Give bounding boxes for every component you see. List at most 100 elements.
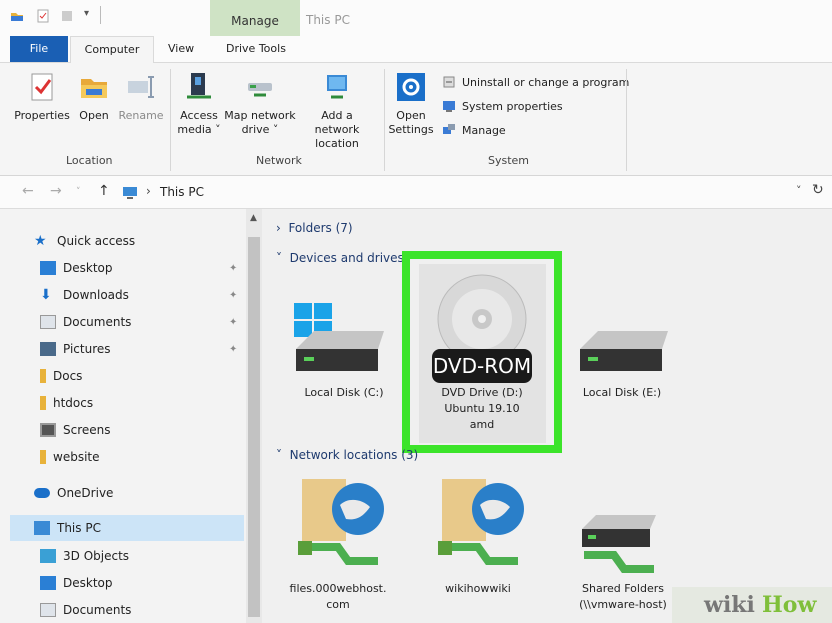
open-button[interactable]: Open bbox=[76, 71, 112, 123]
properties-button[interactable]: Properties bbox=[14, 71, 70, 123]
nav-label: Desktop bbox=[63, 576, 113, 590]
pin-icon[interactable]: ✦ bbox=[229, 290, 237, 301]
new-folder-small-icon[interactable] bbox=[60, 9, 74, 23]
folders-header[interactable]: › Folders (7) bbox=[276, 221, 353, 235]
nav-label: Docs bbox=[53, 369, 83, 383]
nav-label: website bbox=[53, 450, 100, 464]
nav-item-pc-documents[interactable]: Documents bbox=[40, 603, 131, 617]
network-location-shared-folders[interactable] bbox=[568, 509, 668, 579]
nav-onedrive[interactable]: OneDrive bbox=[34, 486, 113, 500]
nav-label: 3D Objects bbox=[63, 549, 130, 563]
drive-c[interactable] bbox=[290, 301, 390, 381]
access-media-label-2: media ˅ bbox=[177, 123, 221, 136]
nav-item-desktop[interactable]: Desktop bbox=[40, 261, 113, 275]
expand-chevron-icon: › bbox=[276, 221, 289, 235]
properties-small-icon[interactable] bbox=[36, 9, 50, 23]
breadcrumb-this-pc[interactable]: This PC bbox=[160, 185, 204, 199]
scroll-up-icon[interactable]: ▲ bbox=[250, 213, 257, 223]
nav-quick-access[interactable]: ★ Quick access bbox=[34, 234, 135, 248]
desktop-icon bbox=[40, 576, 56, 590]
nav-item-documents[interactable]: Documents bbox=[40, 315, 131, 329]
pictures-icon bbox=[40, 342, 56, 356]
rename-button[interactable]: Rename bbox=[116, 71, 166, 123]
gear-icon bbox=[397, 73, 425, 101]
network-folder-icon bbox=[298, 479, 384, 565]
nav-item-3d-objects[interactable]: 3D Objects bbox=[40, 549, 129, 563]
document-icon bbox=[40, 315, 56, 329]
pin-icon[interactable]: ✦ bbox=[229, 263, 237, 274]
screens-icon bbox=[40, 423, 56, 437]
download-arrow-icon: ⬇ bbox=[40, 287, 52, 303]
address-dropdown-icon[interactable]: ˅ bbox=[796, 184, 802, 197]
drive-c-label: Local Disk (C:) bbox=[304, 386, 384, 399]
network-wikihowwiki-label: wikihowwiki bbox=[445, 582, 511, 595]
ribbon: Properties Open Rename Location Access m… bbox=[0, 63, 832, 176]
nav-item-screens[interactable]: Screens bbox=[40, 423, 111, 437]
nav-item-htdocs[interactable]: htdocs bbox=[40, 396, 93, 410]
refresh-icon[interactable]: ↻ bbox=[812, 182, 824, 198]
devices-header[interactable]: ˅ Devices and drives bbox=[276, 251, 404, 265]
back-arrow-icon[interactable]: ← bbox=[22, 183, 34, 199]
network-location-files[interactable] bbox=[288, 475, 388, 575]
nav-item-website[interactable]: website bbox=[40, 450, 100, 464]
up-arrow-icon[interactable]: ↑ bbox=[98, 183, 110, 199]
nav-label: Downloads bbox=[63, 288, 129, 302]
access-media-button[interactable]: Access media ˅ bbox=[176, 71, 222, 137]
nav-item-pc-desktop[interactable]: Desktop bbox=[40, 576, 113, 590]
open-settings-button[interactable]: Open Settings bbox=[388, 71, 434, 137]
map-network-label-1: Map network bbox=[224, 109, 296, 122]
document-icon bbox=[40, 603, 56, 617]
nav-item-downloads[interactable]: ⬇ Downloads bbox=[40, 288, 129, 302]
system-group-label: System bbox=[488, 154, 530, 167]
cloud-icon bbox=[34, 488, 50, 498]
watermark-how: How bbox=[762, 592, 817, 618]
forward-arrow-icon[interactable]: → bbox=[50, 183, 62, 199]
network-drive-icon bbox=[582, 515, 656, 573]
network-location-wikihowwiki[interactable] bbox=[428, 475, 528, 575]
tab-view[interactable]: View bbox=[168, 42, 194, 55]
devices-header-label: Devices and drives bbox=[289, 251, 404, 265]
manage-button[interactable]: Manage bbox=[442, 123, 506, 137]
drive-e[interactable] bbox=[574, 329, 674, 379]
folders-header-label: Folders (7) bbox=[288, 221, 353, 235]
pin-icon[interactable]: ✦ bbox=[229, 317, 237, 328]
system-properties-icon bbox=[443, 101, 455, 112]
network-shared-label-2: (\\vmware-host) bbox=[579, 598, 667, 611]
network-files-label-2: com bbox=[326, 598, 350, 611]
tab-file[interactable]: File bbox=[10, 36, 68, 62]
nav-label: Desktop bbox=[63, 261, 113, 275]
quick-access-dropdown-icon[interactable]: ▾ bbox=[84, 8, 89, 19]
system-properties-button[interactable]: System properties bbox=[442, 99, 563, 113]
nav-label: htdocs bbox=[53, 396, 94, 410]
uninstall-program-button[interactable]: Uninstall or change a program bbox=[442, 75, 629, 89]
add-network-location-button[interactable]: Add a network location bbox=[298, 71, 376, 151]
manage-icon bbox=[443, 124, 455, 134]
map-network-label-2: drive ˅ bbox=[241, 123, 279, 136]
network-header[interactable]: ˅ Network locations (3) bbox=[276, 448, 418, 462]
scrollbar-thumb[interactable] bbox=[248, 237, 260, 617]
network-group-label: Network bbox=[256, 154, 302, 167]
ribbon-divider bbox=[170, 69, 171, 171]
tab-drive-tools[interactable]: Drive Tools bbox=[226, 42, 286, 55]
ribbon-divider bbox=[626, 69, 627, 171]
nav-item-pictures[interactable]: Pictures bbox=[40, 342, 111, 356]
explorer-icon bbox=[11, 13, 23, 21]
properties-label: Properties bbox=[14, 109, 70, 122]
open-settings-label-2: Settings bbox=[388, 123, 434, 136]
nav-item-docs[interactable]: Docs bbox=[40, 369, 82, 383]
pin-icon[interactable]: ✦ bbox=[229, 344, 237, 355]
nav-this-pc[interactable]: This PC bbox=[34, 521, 101, 535]
open-label: Open bbox=[79, 109, 109, 122]
folder-icon bbox=[40, 369, 46, 383]
star-icon: ★ bbox=[34, 233, 47, 249]
tab-manage[interactable]: Manage bbox=[210, 14, 300, 28]
map-network-drive-button[interactable]: Map network drive ˅ bbox=[224, 71, 296, 137]
nav-scrollbar[interactable]: ▲ bbox=[246, 209, 262, 623]
recent-locations-icon[interactable]: ˅ bbox=[76, 187, 81, 197]
this-pc-icon bbox=[34, 521, 50, 535]
tab-computer[interactable]: Computer bbox=[70, 36, 154, 63]
network-folder-icon bbox=[438, 479, 524, 565]
open-settings-label-1: Open bbox=[396, 109, 426, 122]
ribbon-divider bbox=[384, 69, 385, 171]
title-bar: ▾ Manage This PC bbox=[0, 0, 832, 36]
